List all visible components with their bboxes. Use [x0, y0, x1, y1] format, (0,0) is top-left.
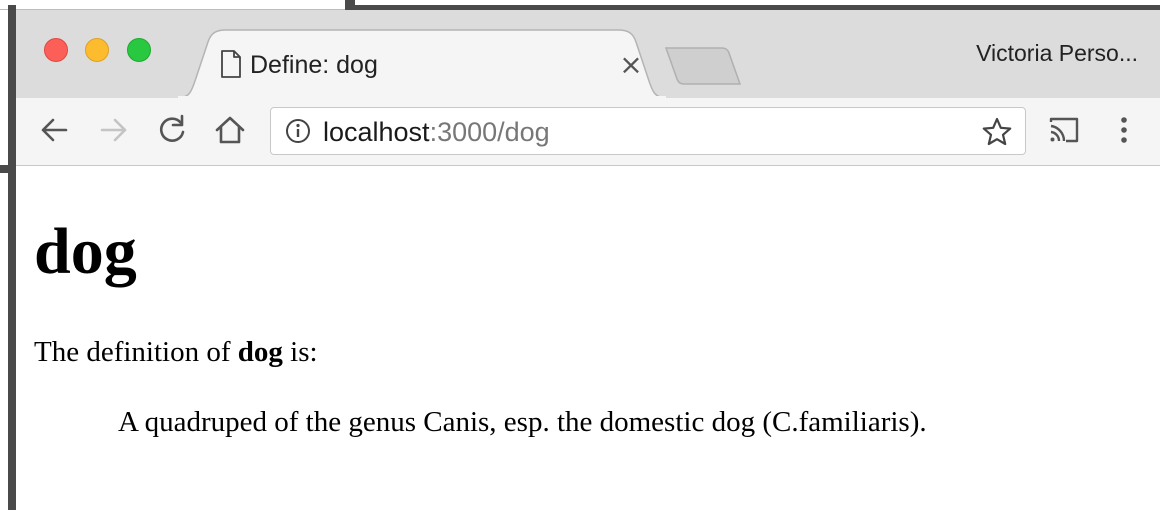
kebab-menu-icon[interactable] — [1106, 112, 1142, 148]
page-heading: dog — [34, 215, 137, 288]
frame-segment — [345, 0, 355, 10]
url-text[interactable]: localhost:3000/dog — [323, 116, 550, 148]
cast-icon[interactable] — [1046, 112, 1082, 148]
new-tab-button[interactable] — [664, 46, 744, 86]
profile-name[interactable]: Victoria Perso... — [976, 40, 1138, 67]
screen-frame-notch — [0, 165, 16, 173]
star-icon[interactable] — [981, 116, 1013, 148]
intro-text-end: is: — [282, 336, 318, 368]
maximize-window-button[interactable] — [127, 38, 151, 62]
browser-toolbar: localhost:3000/dog — [16, 98, 1160, 166]
screen-frame-left — [8, 5, 16, 510]
arrow-left-icon[interactable] — [36, 112, 72, 148]
screen-frame-top — [0, 0, 1160, 10]
tab-close-icon[interactable]: × — [618, 51, 644, 79]
tab-strip: Define: dog × Victoria Perso... — [16, 10, 1160, 98]
close-window-button[interactable] — [44, 38, 68, 62]
tab-define-dog[interactable]: Define: dog × — [178, 28, 666, 98]
arrow-right-icon[interactable] — [96, 112, 132, 148]
tab-title: Define: dog — [250, 51, 378, 79]
intro-term: dog — [237, 336, 283, 368]
page-content: dog The definition of dog is: A quadrupe… — [16, 166, 1160, 510]
address-bar[interactable]: localhost:3000/dog — [270, 107, 1026, 155]
url-host: localhost — [323, 117, 430, 147]
definition-text: A quadruped of the genus Canis, esp. the… — [118, 406, 927, 438]
info-icon[interactable] — [285, 118, 311, 144]
browser-window: Define: dog × Victoria Perso... localhos… — [16, 10, 1160, 510]
document-icon — [220, 50, 242, 78]
minimize-window-button[interactable] — [85, 38, 109, 62]
home-icon[interactable] — [212, 112, 248, 148]
url-path: :3000/dog — [429, 117, 550, 147]
frame-segment — [0, 0, 345, 10]
definition-intro: The definition of dog is: — [34, 334, 318, 370]
reload-icon[interactable] — [154, 112, 190, 148]
intro-text: The definition of — [34, 336, 238, 368]
